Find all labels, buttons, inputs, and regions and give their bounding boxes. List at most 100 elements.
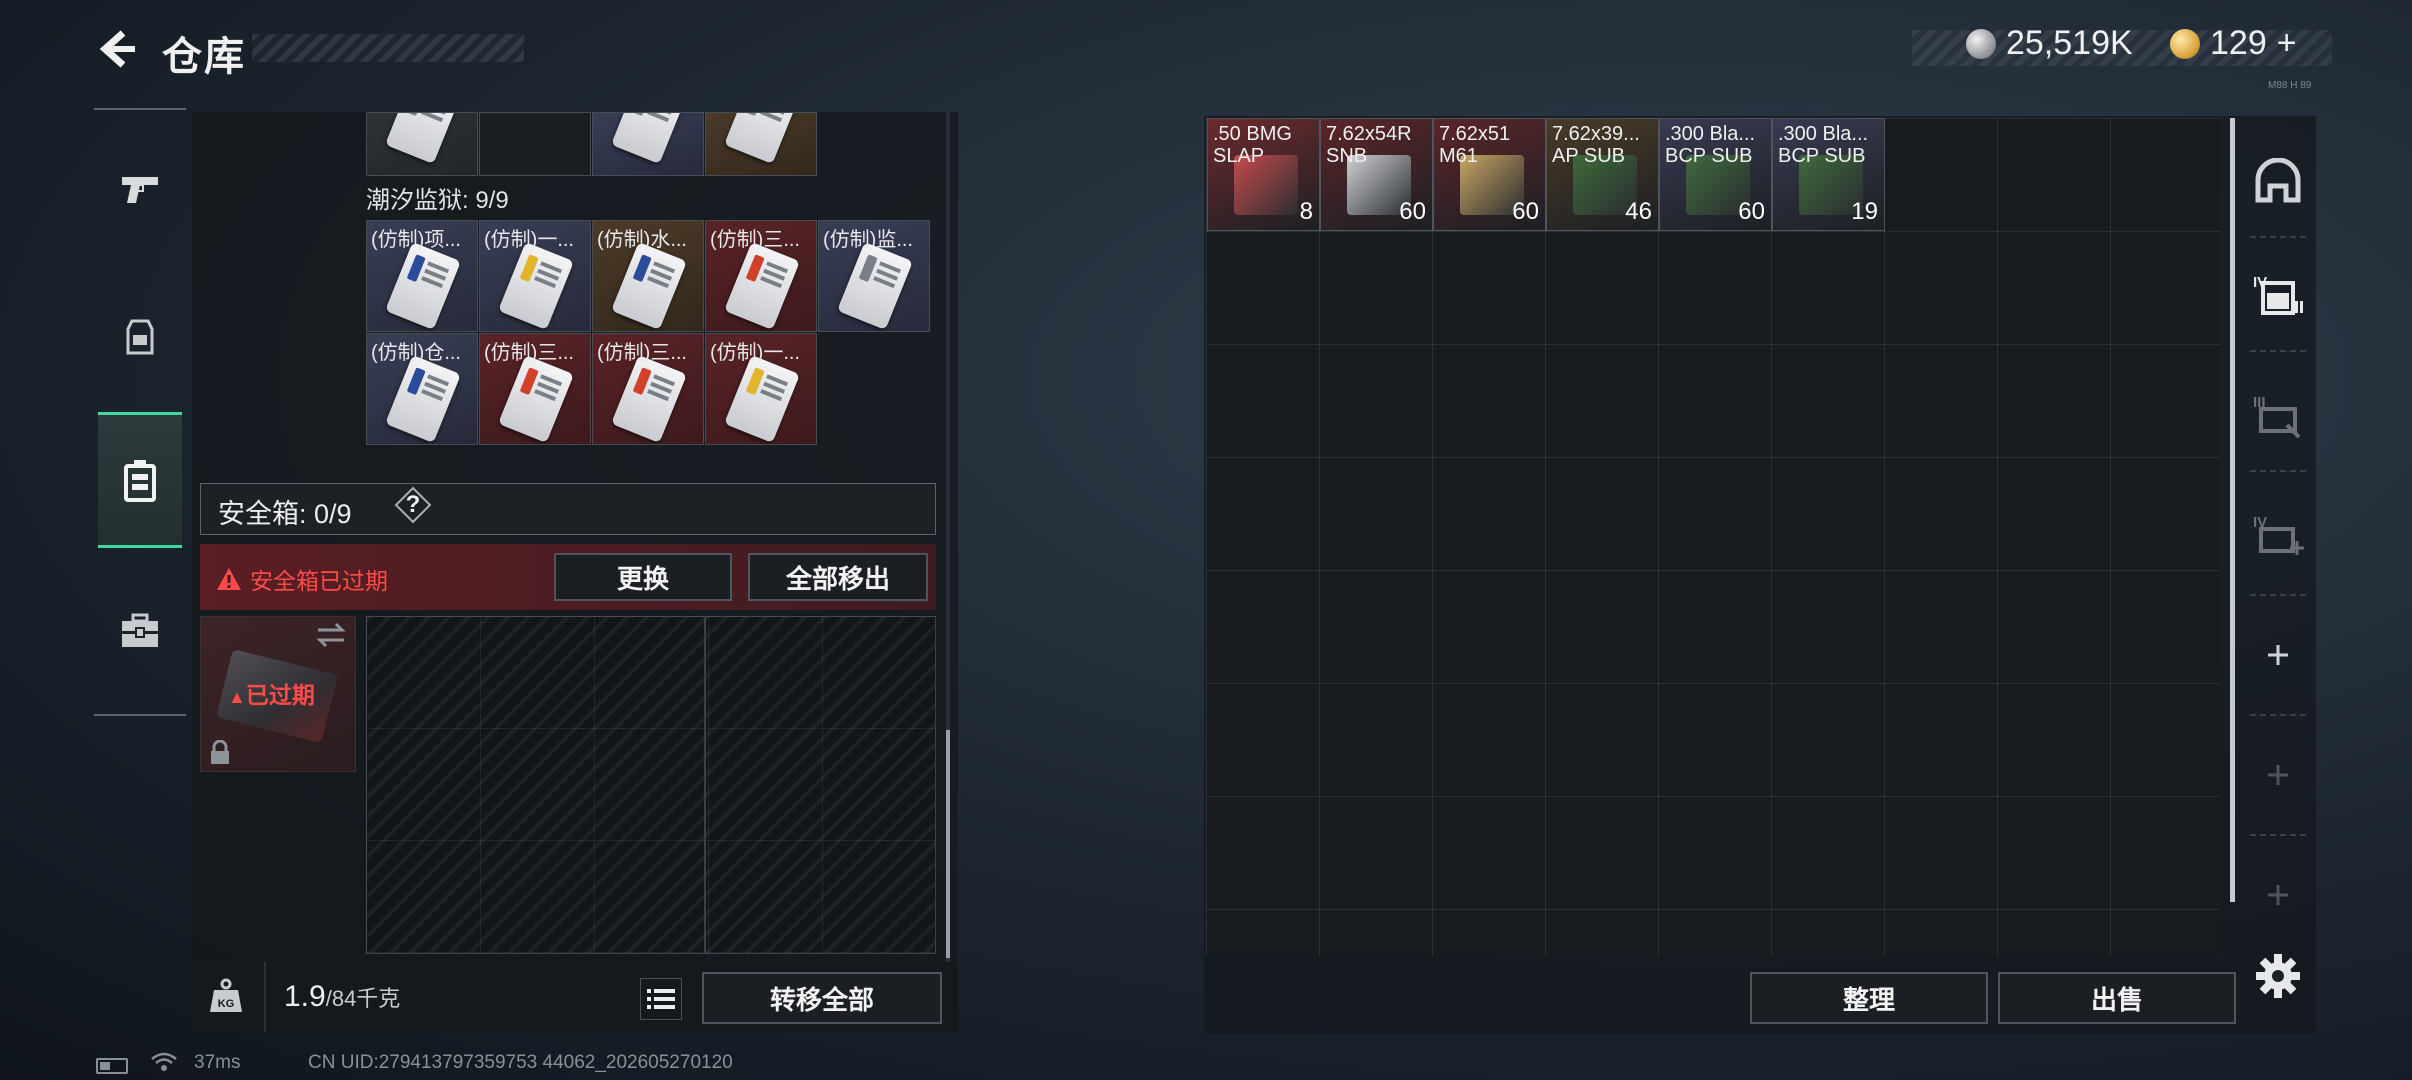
keycard-slot[interactable]: (仿制)监... (818, 220, 930, 332)
ammo-quantity: 60 (1512, 198, 1539, 225)
rail-separator (2250, 236, 2306, 238)
sort-button[interactable]: 整理 (1750, 972, 1988, 1024)
helmet-icon (2255, 158, 2301, 203)
uid-text: CN UID:279413797359753 44062_20260527012… (308, 1052, 733, 1073)
rail-helmet-button[interactable] (2244, 126, 2312, 236)
move-all-out-button[interactable]: 全部移出 (748, 553, 928, 601)
list-view-icon[interactable] (640, 978, 682, 1020)
keycard-name: (仿制)监... (823, 229, 913, 251)
ammo-slot[interactable]: 7.62x54R SNB 60 (1320, 118, 1433, 231)
keycard-name: (仿制)一... (710, 342, 800, 364)
ammo-type: SLAP (1213, 145, 1265, 167)
gear-icon (2256, 954, 2300, 998)
left-scrollbar-thumb[interactable] (946, 730, 950, 958)
title-decoration (252, 34, 524, 62)
toolbox-icon (122, 613, 158, 647)
back-arrow-icon (99, 30, 135, 68)
keycard-icon (385, 354, 461, 444)
keycard-name: (仿制)水... (597, 229, 687, 251)
item-slot-partial[interactable] (366, 112, 478, 176)
gold-coin-icon (2170, 28, 2200, 59)
add-icon (2268, 885, 2288, 905)
swap-icon[interactable] (316, 622, 346, 648)
add-currency-icon[interactable]: + (2277, 24, 2297, 63)
keycard-slot[interactable]: (仿制)三... (592, 333, 704, 445)
keycard-icon (611, 354, 687, 444)
transfer-all-button[interactable]: 转移全部 (702, 972, 942, 1024)
item-slot-partial[interactable] (705, 112, 817, 176)
ammo-slot[interactable]: .300 Bla... BCP SUB 19 (1772, 118, 1885, 231)
version-code: M88 H 89 (2268, 80, 2312, 91)
weight-value: 1.9/84千克 (284, 980, 400, 1014)
keycard-name: (仿制)三... (484, 342, 574, 364)
keycard-name: (仿制)一... (484, 229, 574, 251)
ammo-name: .300 Bla... (1778, 123, 1869, 145)
keycard-name: (仿制)仓... (371, 342, 461, 364)
ammo-slot[interactable]: 7.62x51 M61 60 (1433, 118, 1546, 231)
empty-slot[interactable] (479, 112, 591, 176)
ammo-type: M61 (1439, 145, 1478, 167)
sidebar-item-gear[interactable] (98, 272, 182, 402)
keycard-icon (724, 354, 800, 444)
help-glyph: ? (405, 491, 421, 518)
weight-current: 1.9 (284, 980, 326, 1013)
rail-add-button-1[interactable] (2244, 600, 2312, 710)
keycard-slot[interactable]: (仿制)仓... (366, 333, 478, 445)
add-icon (2268, 645, 2288, 665)
rail-add-button-3[interactable] (2244, 840, 2312, 950)
rail-case-iv-plus-button[interactable]: IV (2244, 480, 2312, 590)
rail-case-iv-button[interactable]: IV (2244, 240, 2312, 350)
sell-button[interactable]: 出售 (1998, 972, 2236, 1024)
stash-grid[interactable] (1206, 118, 2220, 956)
ammo-slot[interactable]: .300 Bla... BCP SUB 60 (1659, 118, 1772, 231)
warning-icon (217, 568, 241, 590)
stash-scrollbar[interactable] (2230, 118, 2235, 902)
keycard-slot[interactable]: (仿制)一... (705, 333, 817, 445)
page-title: 仓库 (162, 35, 246, 79)
expired-message: 安全箱已过期 (216, 562, 388, 596)
settings-button[interactable] (2250, 948, 2306, 1004)
currency-silver: 25,519K (1966, 24, 2133, 63)
safe-box-grid-lines (366, 616, 936, 954)
rail-separator (2250, 834, 2306, 836)
section-label-prison: 潮汐监狱: 9/9 (366, 187, 509, 214)
ammo-type: AP SUB (1552, 145, 1625, 167)
rail-add-button-2[interactable] (2244, 720, 2312, 830)
keycard-slot[interactable]: (仿制)三... (705, 220, 817, 332)
replace-button[interactable]: 更换 (554, 553, 732, 601)
keycard-slot[interactable]: (仿制)一... (479, 220, 591, 332)
keycard-icon (724, 241, 800, 331)
help-icon[interactable]: ? (398, 490, 428, 520)
ammo-quantity: 8 (1299, 198, 1313, 225)
ammo-slot[interactable]: .50 BMG SLAP 8 (1207, 118, 1320, 231)
keycard-icon (611, 241, 687, 331)
item-slot-partial[interactable] (592, 112, 704, 176)
safe-box-label: 安全箱: 0/9 (218, 499, 352, 529)
sidebar-item-container[interactable] (98, 412, 182, 548)
ammo-name: 7.62x51 (1439, 123, 1511, 145)
svg-text:KG: KG (218, 998, 235, 1010)
ammo-name: .50 BMG (1213, 123, 1292, 145)
expired-message-text: 安全箱已过期 (250, 568, 388, 594)
keycard-slot[interactable]: (仿制)三... (479, 333, 591, 445)
keycard-icon (498, 354, 574, 444)
sidebar-item-weapons[interactable] (98, 124, 182, 254)
rail-separator (2250, 714, 2306, 716)
ammo-type: BCP SUB (1778, 145, 1866, 167)
rail-case-iii-button[interactable]: III (2244, 360, 2312, 470)
lock-icon (208, 739, 232, 766)
pistol-icon (122, 177, 158, 203)
currency-gold[interactable]: 129 + (2170, 24, 2297, 63)
ammo-name: 7.62x39... (1552, 123, 1640, 145)
keycard-icon (611, 113, 687, 165)
keycard-slot[interactable]: (仿制)水... (592, 220, 704, 332)
sidebar-item-toolbox[interactable] (98, 566, 182, 696)
battery-icon (96, 1058, 128, 1074)
keycard-slot[interactable]: (仿制)项... (366, 220, 478, 332)
weight-icon: KG (206, 976, 246, 1016)
back-button[interactable] (92, 22, 142, 76)
ammo-slot[interactable]: 7.62x39... AP SUB 46 (1546, 118, 1659, 231)
ammo-quantity: 60 (1399, 198, 1426, 225)
case-iii-icon: III (2253, 394, 2301, 439)
add-icon (2268, 765, 2288, 785)
